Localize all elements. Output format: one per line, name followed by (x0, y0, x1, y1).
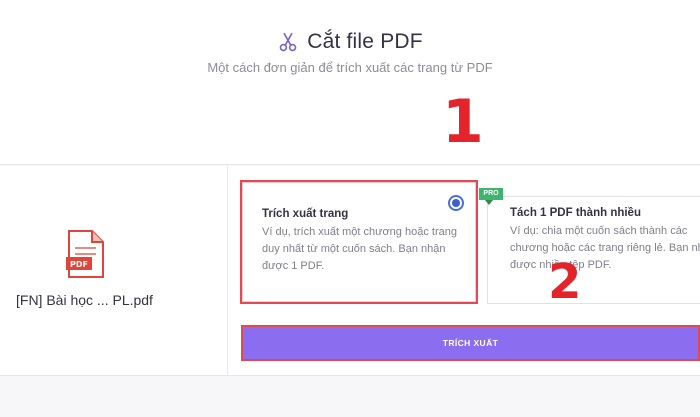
title-row: Cắt file PDF (0, 30, 700, 54)
annotation-step-2: 2 (548, 254, 582, 310)
pdf-file-icon: PDF (66, 230, 104, 278)
header: Cắt file PDF Một cách đơn giản để trích … (0, 0, 700, 165)
option-description: Ví dụ: chia một cuốn sách thành các chươ… (510, 223, 700, 274)
option-title: Trích xuất trang (262, 208, 349, 220)
file-panel: PDF [FN] Bài học ... PL.pdf (0, 166, 228, 376)
option-split-pdf[interactable]: Tách 1 PDF thành nhiều Ví dụ: chia một c… (487, 196, 700, 304)
radio-selected-icon[interactable] (448, 195, 464, 211)
option-description-line: được nhiều tệp PDF. (510, 259, 612, 271)
file-name[interactable]: [FN] Bài học ... PL.pdf (16, 292, 153, 308)
option-title: Tách 1 PDF thành nhiều (510, 207, 641, 219)
option-description-line: chương hoặc các trang riêng lẻ. Bạn nhậ (510, 242, 700, 254)
page-subtitle: Một cách đơn giản để trích xuất các tran… (207, 60, 493, 75)
extract-button[interactable]: TRÍCH XUẤT (241, 325, 700, 361)
pdf-icon-label: PDF (70, 260, 88, 269)
pro-badge: PRO (479, 188, 503, 205)
scissors-icon (279, 32, 297, 52)
option-description-line: Ví dụ: chia một cuốn sách thành các (510, 225, 688, 237)
option-extract-pages[interactable]: Trích xuất trang Ví dụ, trích xuất một c… (240, 180, 478, 304)
option-description: Ví dụ, trích xuất một chương hoặc trang … (262, 226, 457, 272)
annotation-step-1: 1 (442, 87, 484, 157)
page-title: Cắt file PDF (307, 30, 423, 53)
page: Cắt file PDF Một cách đơn giản để trích … (0, 0, 700, 417)
